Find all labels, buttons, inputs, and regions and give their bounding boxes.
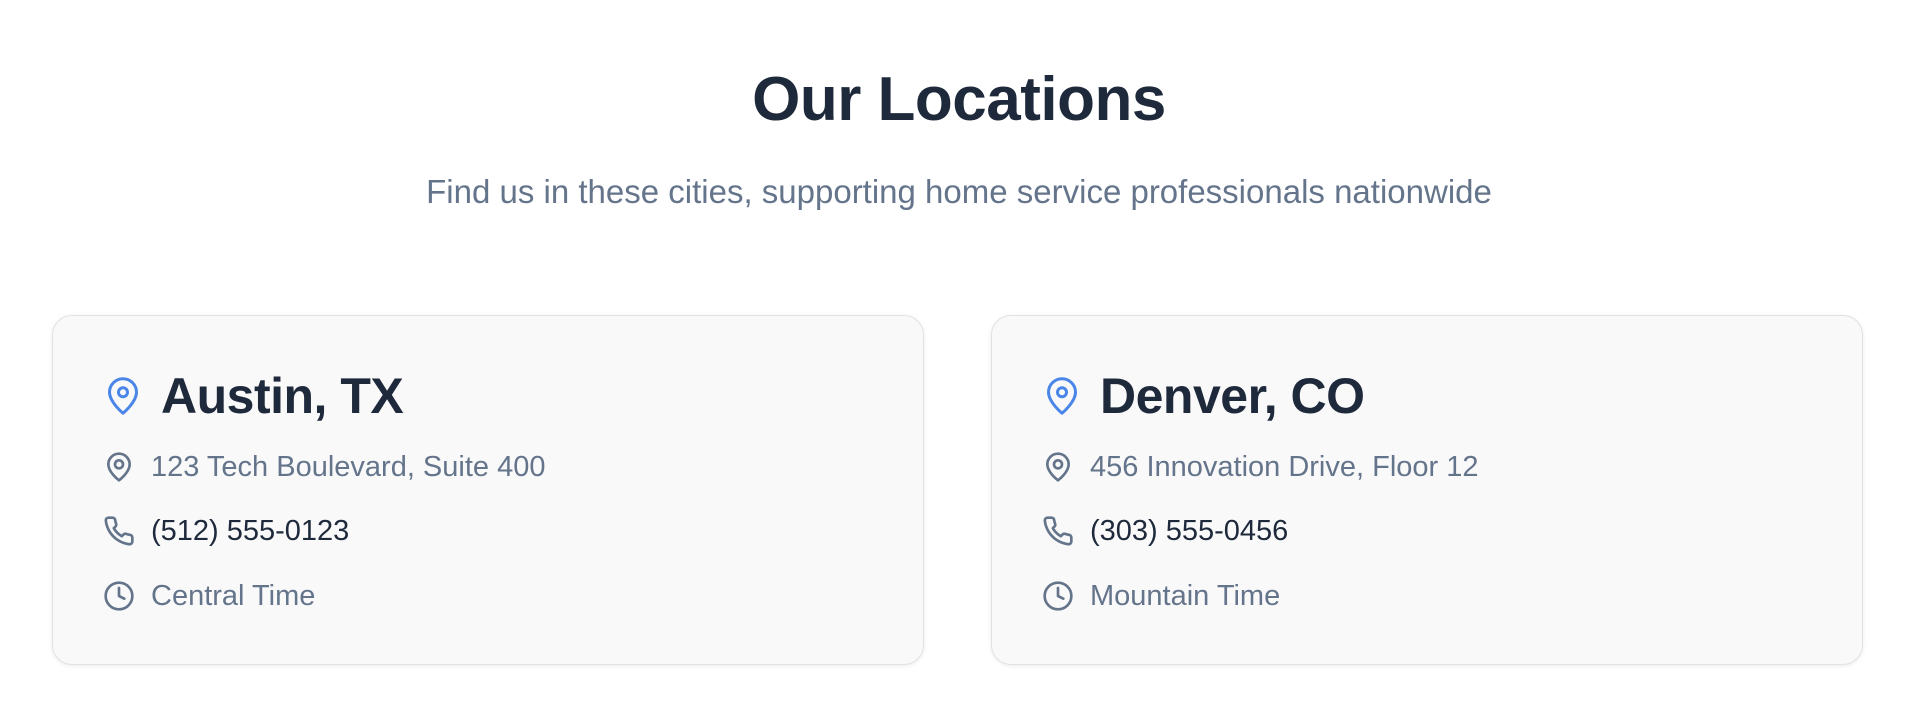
location-city: Austin, TX [161,368,404,424]
location-address: 456 Innovation Drive, Floor 12 [1090,451,1479,483]
clock-icon [1043,581,1073,611]
locations-section: Our Locations Find us in these cities, s… [0,0,1918,726]
location-card-header: Austin, TX [105,364,404,428]
page-title: Our Locations [752,65,1166,134]
location-address-row: 123 Tech Boulevard, Suite 400 [103,447,545,487]
location-timezone: Central Time [151,580,316,612]
location-phone-link[interactable]: (303) 555-0456 [1090,511,1288,551]
map-pin-icon [1047,377,1077,415]
location-city: Denver, CO [1100,368,1365,424]
location-timezone-row: Central Time [103,576,315,616]
location-address-row: 456 Innovation Drive, Floor 12 [1042,447,1479,487]
location-timezone: Mountain Time [1090,580,1281,612]
location-card-denver: Denver, CO 456 Innovation Drive, Floor 1… [991,315,1863,665]
location-card-header: Denver, CO [1044,364,1365,428]
map-pin-icon [107,452,131,482]
map-pin-icon [1046,452,1070,482]
location-phone-link[interactable]: (512) 555-0123 [151,511,349,551]
clock-icon [104,581,134,611]
location-card-austin: Austin, TX 123 Tech Boulevard, Suite 400… [52,315,924,665]
location-address: 123 Tech Boulevard, Suite 400 [151,451,546,483]
map-pin-icon [108,377,138,415]
phone-icon [1043,516,1073,546]
location-timezone-row: Mountain Time [1042,576,1280,616]
phone-icon [104,516,134,546]
location-phone-row[interactable]: (303) 555-0456 [1042,511,1288,551]
page-subtitle: Find us in these cities, supporting home… [426,173,1492,210]
location-phone-row[interactable]: (512) 555-0123 [103,511,349,551]
